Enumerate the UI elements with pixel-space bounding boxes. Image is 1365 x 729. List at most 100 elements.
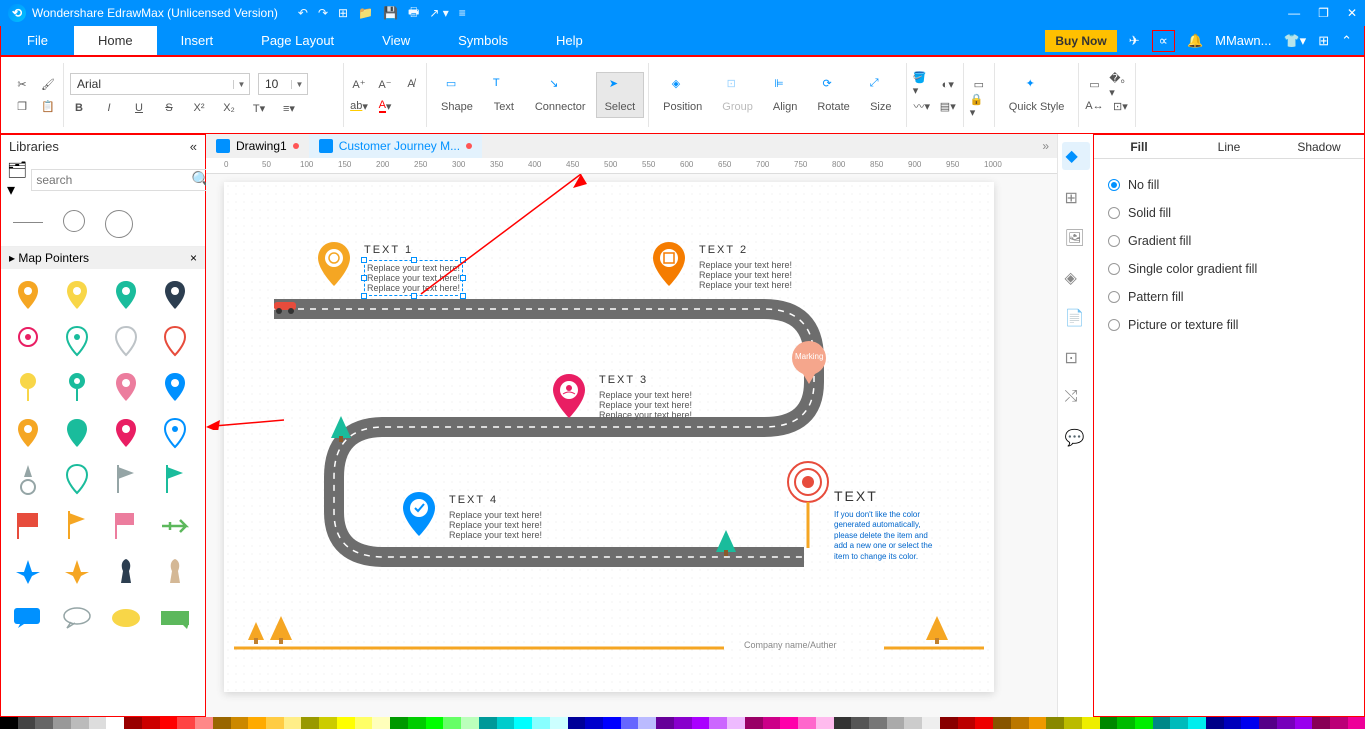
share-button-highlighted[interactable]: ∝ [1152, 30, 1175, 52]
theme-icon[interactable]: 👕▾ [1283, 33, 1306, 49]
swatch[interactable] [1188, 717, 1206, 729]
swatch[interactable] [904, 717, 922, 729]
decrease-font-icon[interactable]: A⁻ [376, 75, 394, 93]
menu-file[interactable]: File [1, 26, 74, 55]
target-icon[interactable] [786, 460, 830, 550]
swatch[interactable] [532, 717, 550, 729]
plane-yellow[interactable] [58, 553, 96, 591]
pin-red-outline[interactable] [156, 323, 194, 361]
picture-fill-radio[interactable]: Picture or texture fill [1108, 311, 1350, 339]
pin-teal2[interactable] [58, 369, 96, 407]
swatch[interactable] [709, 717, 727, 729]
canvas-page[interactable]: TEXT 1 Replace your text here!Replace yo… [224, 182, 994, 692]
swatch[interactable] [727, 717, 745, 729]
chess-tan[interactable] [156, 553, 194, 591]
swatch[interactable] [1082, 717, 1100, 729]
swatch[interactable] [674, 717, 692, 729]
footer-tree-1[interactable] [246, 620, 266, 646]
swatch[interactable] [195, 717, 213, 729]
library-category-icon[interactable]: 🗂▾ [7, 160, 27, 200]
close-button[interactable]: ✕ [1347, 6, 1357, 20]
gradient-fill-radio[interactable]: Gradient fill [1108, 227, 1350, 255]
swatch[interactable] [869, 717, 887, 729]
swatch[interactable] [1224, 717, 1242, 729]
more-icon[interactable]: ≡ [459, 6, 466, 20]
swatch[interactable] [1011, 717, 1029, 729]
swatch[interactable] [1029, 717, 1047, 729]
arrange-icon[interactable]: ⊡▾ [1111, 97, 1129, 115]
font-color-icon[interactable]: A▾ [376, 97, 394, 115]
position-tool[interactable]: ◈Position [653, 77, 712, 113]
plane-green[interactable] [156, 507, 194, 545]
shadow-dropdown-icon[interactable]: ◐▾ [939, 75, 957, 93]
font-size-combo[interactable]: 10▼ [258, 73, 308, 95]
text-block-5[interactable]: TEXT If you don't like the color generat… [834, 488, 934, 562]
pin-yellow3[interactable] [9, 415, 47, 453]
swatch[interactable] [1135, 717, 1153, 729]
highlight-icon[interactable]: ab▾ [350, 97, 368, 115]
image-panel-icon[interactable]: 🖼 [1065, 228, 1087, 250]
library-search-input[interactable] [36, 173, 191, 187]
swatch[interactable] [514, 717, 532, 729]
pin-yellow[interactable] [58, 277, 96, 315]
flag-pink[interactable] [107, 507, 145, 545]
pin-pink-outline[interactable] [9, 323, 47, 361]
solid-fill-radio[interactable]: Solid fill [1108, 199, 1350, 227]
tabs-overflow-icon[interactable]: » [1034, 139, 1057, 153]
swatch[interactable] [160, 717, 178, 729]
connector-tool[interactable]: ↘Connector [525, 77, 596, 113]
text-block-2[interactable]: TEXT 2 Replace your text here!Replace yo… [699, 244, 792, 290]
swatch[interactable] [834, 717, 852, 729]
page-panel-icon[interactable]: 📄 [1065, 308, 1087, 330]
doc-tab-customer-journey[interactable]: Customer Journey M... [309, 134, 482, 158]
swatch[interactable] [461, 717, 479, 729]
canvas-pin-1[interactable] [314, 240, 354, 290]
swatch[interactable] [958, 717, 976, 729]
swatch[interactable] [922, 717, 940, 729]
swatch[interactable] [89, 717, 107, 729]
rect-green[interactable] [156, 599, 194, 637]
swatch[interactable] [284, 717, 302, 729]
swatch[interactable] [408, 717, 426, 729]
close-section-icon[interactable]: × [190, 251, 197, 265]
print-icon[interactable]: 🖶 [408, 3, 419, 24]
swatch[interactable] [1046, 717, 1064, 729]
list-icon[interactable]: ≡▾ [280, 99, 298, 117]
swatch[interactable] [603, 717, 621, 729]
chess-blue[interactable] [107, 553, 145, 591]
buy-now-button[interactable]: Buy Now [1045, 30, 1116, 52]
pin-yellow2[interactable] [9, 369, 47, 407]
pin-gray[interactable] [9, 461, 47, 499]
swatch[interactable] [479, 717, 497, 729]
collapse-libraries-icon[interactable]: « [190, 139, 197, 154]
minimize-button[interactable]: — [1288, 6, 1300, 20]
group-tool[interactable]: ⊡Group [712, 77, 763, 113]
save-icon[interactable]: 💾 [383, 6, 398, 20]
swatch[interactable] [940, 717, 958, 729]
menu-help[interactable]: Help [532, 26, 607, 55]
footer-tree-3[interactable] [924, 614, 950, 646]
pin-pink3[interactable] [107, 415, 145, 453]
menu-home[interactable]: Home [74, 26, 157, 55]
swatch[interactable] [621, 717, 639, 729]
send-icon[interactable]: ✈ [1129, 33, 1140, 49]
swatch[interactable] [355, 717, 373, 729]
swatch[interactable] [1117, 717, 1135, 729]
shadow-tab[interactable]: Shadow [1274, 135, 1364, 158]
tree-icon-1[interactable] [329, 414, 353, 444]
grid-panel-icon[interactable]: ⊞ [1065, 188, 1087, 210]
paste-icon[interactable]: 📋 [39, 97, 57, 115]
swatch[interactable] [1295, 717, 1313, 729]
canvas-pin-2[interactable] [649, 240, 689, 290]
layers-panel-icon[interactable]: ◈ [1065, 268, 1087, 290]
italic-icon[interactable]: I [100, 99, 118, 117]
swatch[interactable] [497, 717, 515, 729]
find-icon[interactable]: ▭ [1085, 75, 1103, 93]
circle-shape-small[interactable] [63, 210, 85, 232]
swatch[interactable] [0, 717, 18, 729]
swatch[interactable] [1170, 717, 1188, 729]
menu-symbols[interactable]: Symbols [434, 26, 532, 55]
data-panel-icon[interactable]: ⊡ [1065, 348, 1087, 370]
pin-orange[interactable] [9, 277, 47, 315]
swatch[interactable] [656, 717, 674, 729]
